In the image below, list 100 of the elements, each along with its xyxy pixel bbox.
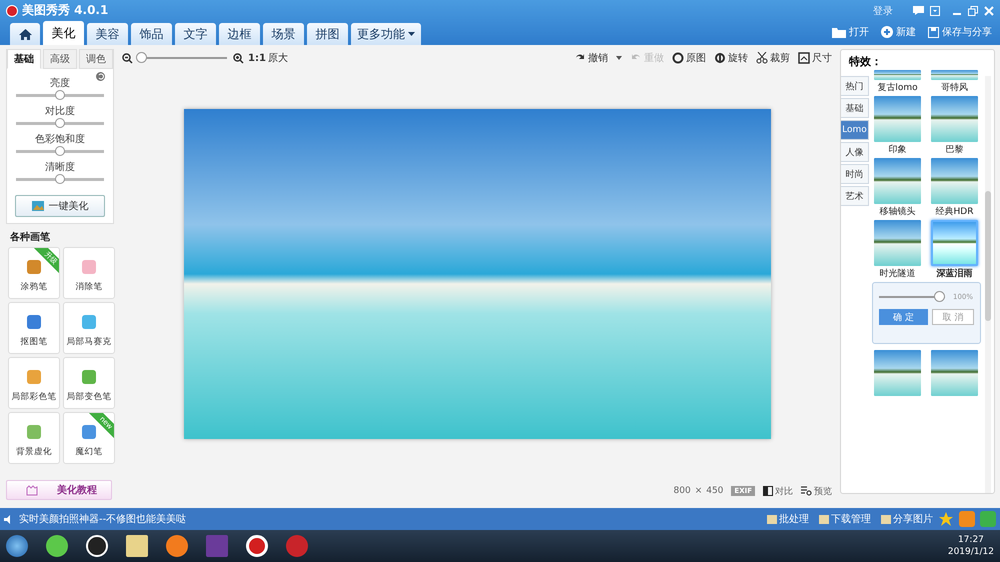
status-message[interactable]: 实时美颜拍照神器--不修图也能美美哒 — [19, 512, 186, 526]
window-title: 美图秀秀 4.0.1 — [22, 2, 108, 19]
effect-thumbnail[interactable] — [931, 220, 978, 266]
restore-icon[interactable] — [968, 6, 978, 16]
taskbar-app-icon[interactable] — [166, 535, 188, 557]
toolbar-button[interactable]: 原图 — [672, 51, 706, 65]
caret-icon — [408, 32, 415, 36]
tool-label: 撤销 — [588, 52, 608, 65]
slider-thumb[interactable] — [55, 146, 65, 156]
preview-button[interactable]: 预览 — [801, 484, 832, 498]
link-label: 批处理 — [779, 512, 809, 526]
effect-thumbnail[interactable] — [874, 350, 921, 396]
slider-thumb[interactable] — [55, 118, 65, 128]
tab[interactable]: 饰品 — [131, 23, 172, 45]
star-icon[interactable] — [938, 511, 954, 527]
home-icon — [18, 28, 32, 40]
status-link[interactable]: 下载管理 — [819, 512, 871, 526]
toolbar-button[interactable]: 旋转 — [714, 51, 748, 65]
tab[interactable]: 基础 — [7, 49, 41, 69]
brush-tool[interactable]: 抠图笔 — [8, 302, 60, 354]
effect-label: 时光隧道 — [878, 268, 916, 281]
slider-thumb[interactable] — [55, 90, 65, 100]
toolbar-button[interactable]: 裁剪 — [756, 51, 790, 65]
image-height: 450 — [706, 486, 724, 496]
brush-label: 局部彩色笔 — [12, 391, 56, 403]
slider-label: 亮度 — [50, 76, 70, 90]
tab[interactable]: 边框 — [219, 23, 260, 45]
zoom-in-icon[interactable] — [233, 52, 244, 64]
home-tab[interactable] — [10, 23, 40, 45]
tab[interactable]: 美容 — [87, 23, 128, 45]
compare-button[interactable]: 对比 — [763, 484, 793, 498]
toolbar-button[interactable]: 新建 — [881, 25, 916, 39]
tab[interactable]: 更多功能 — [351, 23, 421, 45]
brush-tool[interactable]: 局部彩色笔 — [8, 357, 60, 409]
tab[interactable]: 拼图 — [307, 23, 348, 45]
effect-label: 印象 — [888, 144, 908, 157]
tool-label: 原图 — [686, 52, 706, 65]
rotate-icon — [714, 52, 726, 64]
image-width: 800 — [674, 486, 691, 496]
auto-beautify-button[interactable]: 一键美化 — [15, 195, 105, 217]
status-link[interactable]: 批处理 — [767, 512, 809, 526]
effect-label: 移轴镜头 — [878, 206, 916, 219]
brush-tool[interactable]: 局部变色笔 — [63, 357, 115, 409]
zoom-ratio[interactable]: 1:1 — [248, 52, 266, 64]
category-tab[interactable]: Lomo — [841, 120, 869, 140]
zoom-out-icon[interactable] — [122, 52, 133, 64]
toolbar-button[interactable]: 保存与分享 — [928, 25, 992, 39]
taskbar-app-icon[interactable] — [46, 535, 68, 557]
toolbar-button[interactable]: 尺寸 — [798, 51, 832, 65]
close-icon[interactable] — [984, 6, 994, 16]
effect-thumbnail[interactable] — [931, 70, 978, 80]
tab[interactable]: 场景 — [263, 23, 304, 45]
category-tab[interactable]: 人像 — [841, 142, 869, 162]
effect-thumbnail[interactable] — [874, 96, 921, 142]
toolbar-button[interactable]: 撤销 — [574, 51, 622, 65]
reset-icon[interactable] — [96, 72, 105, 81]
tutorial-button[interactable]: 美化教程 — [6, 480, 112, 500]
brush-label: 局部变色笔 — [66, 391, 112, 403]
tab[interactable]: 调色 — [79, 49, 113, 69]
category-tab[interactable]: 时尚 — [841, 164, 869, 184]
tab[interactable]: 美化 — [43, 21, 84, 45]
status-link[interactable]: 分享图片 — [881, 512, 933, 526]
toolbar-button[interactable]: 打开 — [832, 25, 869, 39]
effect-thumbnail[interactable] — [931, 96, 978, 142]
caret-icon[interactable] — [616, 56, 622, 60]
clock[interactable]: 17:27 2019/1/12 — [948, 534, 994, 558]
brush-tool[interactable]: 局部马赛克 — [63, 302, 115, 354]
effect-thumbnail[interactable] — [874, 158, 921, 204]
app-logo-icon — [6, 4, 18, 16]
compare-icon — [763, 486, 773, 496]
effect-thumbnail[interactable] — [931, 350, 978, 396]
record-icon[interactable] — [246, 535, 268, 557]
circle-icon — [672, 52, 684, 64]
slider-thumb[interactable] — [136, 52, 147, 63]
slider-thumb[interactable] — [934, 291, 945, 302]
brush-label: 局部马赛克 — [66, 336, 112, 348]
link-label: 下载管理 — [831, 512, 871, 526]
box-icon[interactable] — [930, 6, 940, 16]
tab[interactable]: 高级 — [43, 49, 77, 69]
slider-thumb[interactable] — [55, 174, 65, 184]
tool-label: 重做 — [644, 52, 664, 65]
scrollbar[interactable] — [985, 76, 991, 493]
category-tab[interactable]: 热门 — [841, 76, 869, 96]
brush-tool[interactable]: 背景虚化 — [8, 412, 60, 464]
chat-icon[interactable] — [913, 6, 924, 15]
clock-date: 2019/1/12 — [948, 546, 994, 558]
tab[interactable]: 文字 — [175, 23, 216, 45]
effect-thumbnail[interactable] — [874, 220, 921, 266]
tool-label: 尺寸 — [812, 52, 832, 65]
effect-label: 复古lomo — [876, 82, 919, 95]
start-button[interactable] — [6, 535, 28, 557]
effect-thumbnail[interactable] — [931, 158, 978, 204]
taskbar-app-icon[interactable] — [86, 535, 108, 557]
preview-label: 预览 — [814, 486, 832, 498]
toolbar-label: 保存与分享 — [942, 26, 992, 39]
category-tab[interactable]: 基础 — [841, 98, 869, 118]
brush-tool[interactable]: 消除笔 — [63, 247, 115, 299]
category-tab[interactable]: 艺术 — [841, 186, 869, 206]
actual-size-link[interactable]: 原大 — [268, 51, 288, 65]
effect-thumbnail[interactable] — [874, 70, 921, 80]
